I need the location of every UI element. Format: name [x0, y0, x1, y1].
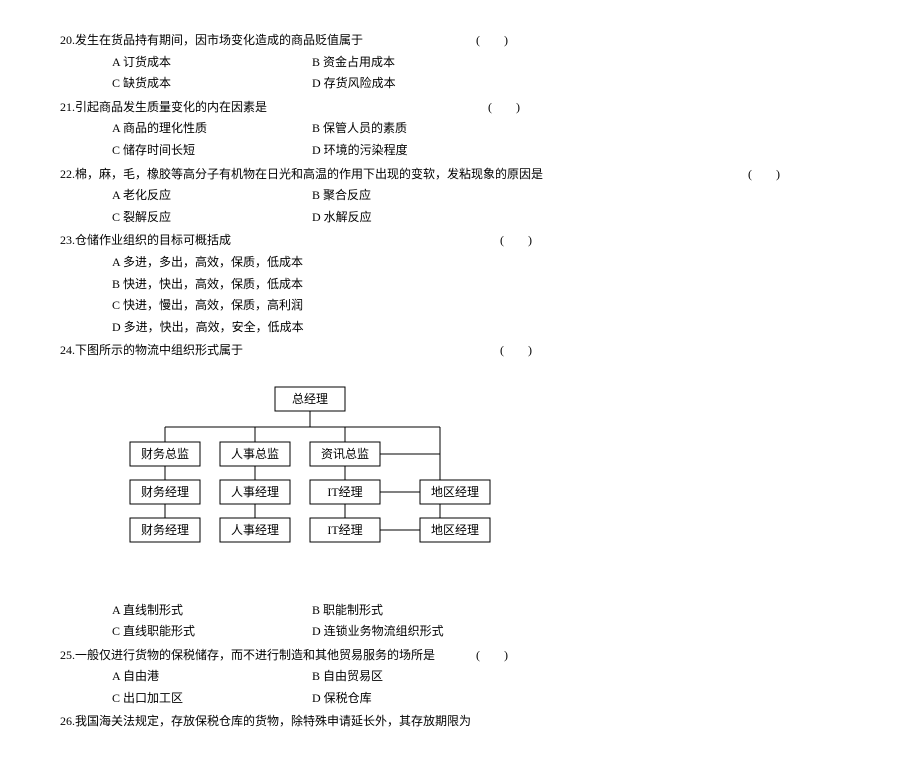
q24-text: 下图所示的物流中组织形式属于 ( ) — [75, 340, 860, 362]
q25-opt-d: D 保税仓库 — [312, 688, 512, 710]
q21-opt-d: D 环境的污染程度 — [312, 140, 512, 162]
question-23: 23. 仓储作业组织的目标可概括成 ( ) A 多进，多出，高效，保质，低成本 … — [60, 230, 860, 338]
q25-opt-c: C 出口加工区 — [112, 688, 312, 710]
question-26: 26. 我国海关法规定，存放保税仓库的货物，除特殊申请延长外，其存放期限为 — [60, 711, 860, 733]
q22-opt-b: B 聚合反应 — [312, 185, 512, 207]
q23-text-content: 仓储作业组织的目标可概括成 — [75, 233, 231, 247]
q25-opt-b: B 自由贸易区 — [312, 666, 512, 688]
q20-text: 发生在货品持有期间，因市场变化造成的商品贬值属于 ( ) — [75, 30, 860, 52]
question-22: 22. 棉，麻，毛，橡胶等高分子有机物在日光和高温的作用下出现的变软，发粘现象的… — [60, 164, 860, 229]
q25-options: A 自由港 B 自由贸易区 C 出口加工区 D 保税仓库 — [60, 666, 860, 709]
question-21: 21. 引起商品发生质量变化的内在因素是 ( ) A 商品的理化性质 B 保管人… — [60, 97, 860, 162]
q20-opt-c: C 缺货成本 — [112, 73, 312, 95]
org-c4r2: 地区经理 — [431, 485, 479, 499]
q22-text: 棉，麻，毛，橡胶等高分子有机物在日光和高温的作用下出现的变软，发粘现象的原因是 — [75, 164, 860, 186]
org-c3r3: IT经理 — [327, 523, 362, 537]
org-top: 总经理 — [292, 392, 328, 406]
q22-opt-a: A 老化反应 — [112, 185, 312, 207]
q24-opt-c: C 直线职能形式 — [112, 621, 312, 643]
q26-num: 26. — [60, 711, 75, 733]
question-25: 25. 一般仅进行货物的保税储存，而不进行制造和其他贸易服务的场所是 ( ) A… — [60, 645, 860, 710]
org-chart: 总经理 财务总监 人事总监 资讯总监 — [120, 382, 860, 585]
org-c1r3: 财务经理 — [141, 522, 189, 537]
org-c3r2: IT经理 — [327, 485, 362, 499]
q20-text-content: 发生在货品持有期间，因市场变化造成的商品贬值属于 — [75, 33, 363, 47]
q23-opt-a: A 多进，多出，高效，保质，低成本 — [112, 252, 860, 274]
q23-text: 仓储作业组织的目标可概括成 ( ) — [75, 230, 860, 252]
q24-paren: ( ) — [500, 343, 532, 357]
q24-options: A 直线制形式 B 职能制形式 C 直线职能形式 D 连锁业务物流组织形式 — [60, 600, 860, 643]
q25-text: 一般仅进行货物的保税储存，而不进行制造和其他贸易服务的场所是 ( ) — [75, 645, 860, 667]
org-c1r2: 财务经理 — [141, 484, 189, 499]
q23-opt-b: B 快进，快出，高效，保质，低成本 — [112, 274, 860, 296]
q22-paren: ( ) — [748, 164, 780, 186]
q20-opt-b: B 资金占用成本 — [312, 52, 512, 74]
q23-paren: ( ) — [500, 233, 532, 247]
q21-paren: ( ) — [488, 100, 520, 114]
q21-text-content: 引起商品发生质量变化的内在因素是 — [75, 100, 267, 114]
q25-num: 25. — [60, 645, 75, 667]
org-c4r3: 地区经理 — [431, 523, 479, 537]
q22-opt-c: C 裂解反应 — [112, 207, 312, 229]
q21-opt-c: C 储存时间长短 — [112, 140, 312, 162]
q22-text-content: 棉，麻，毛，橡胶等高分子有机物在日光和高温的作用下出现的变软，发粘现象的原因是 — [75, 167, 543, 181]
q22-options: A 老化反应 B 聚合反应 C 裂解反应 D 水解反应 — [60, 185, 860, 228]
question-20: 20. 发生在货品持有期间，因市场变化造成的商品贬值属于 ( ) A 订货成本 … — [60, 30, 860, 95]
org-c1r1: 财务总监 — [141, 446, 189, 461]
q24-opt-a: A 直线制形式 — [112, 600, 312, 622]
q21-options: A 商品的理化性质 B 保管人员的素质 C 储存时间长短 D 环境的污染程度 — [60, 118, 860, 161]
q20-num: 20. — [60, 30, 75, 52]
q23-opt-c: C 快进，慢出，高效，保质，高利润 — [112, 295, 860, 317]
q21-num: 21. — [60, 97, 75, 119]
q24-opt-d: D 连锁业务物流组织形式 — [312, 621, 512, 643]
q23-options: A 多进，多出，高效，保质，低成本 B 快进，快出，高效，保质，低成本 C 快进… — [60, 252, 860, 338]
question-24: 24. 下图所示的物流中组织形式属于 ( ) 总经理 财务总监 人事 — [60, 340, 860, 642]
q21-text: 引起商品发生质量变化的内在因素是 ( ) — [75, 97, 860, 119]
q25-text-content: 一般仅进行货物的保税储存，而不进行制造和其他贸易服务的场所是 — [75, 648, 435, 662]
q25-opt-a: A 自由港 — [112, 666, 312, 688]
q24-text-content: 下图所示的物流中组织形式属于 — [75, 343, 243, 357]
q22-num: 22. — [60, 164, 75, 186]
q20-options: A 订货成本 B 资金占用成本 C 缺货成本 D 存货风险成本 — [60, 52, 860, 95]
q21-opt-b: B 保管人员的素质 — [312, 118, 512, 140]
org-c2r3: 人事经理 — [231, 523, 279, 537]
org-c2r1: 人事总监 — [231, 447, 279, 461]
org-chart-svg: 总经理 财务总监 人事总监 资讯总监 — [120, 382, 540, 577]
q21-opt-a: A 商品的理化性质 — [112, 118, 312, 140]
org-c2r2: 人事经理 — [231, 485, 279, 499]
q24-opt-b: B 职能制形式 — [312, 600, 512, 622]
q20-paren: ( ) — [476, 33, 508, 47]
q25-paren: ( ) — [476, 648, 508, 662]
q20-opt-d: D 存货风险成本 — [312, 73, 512, 95]
q20-opt-a: A 订货成本 — [112, 52, 312, 74]
q23-num: 23. — [60, 230, 75, 252]
org-c3r1: 资讯总监 — [321, 447, 369, 461]
q24-num: 24. — [60, 340, 75, 362]
q26-text: 我国海关法规定，存放保税仓库的货物，除特殊申请延长外，其存放期限为 — [75, 711, 860, 733]
q22-opt-d: D 水解反应 — [312, 207, 512, 229]
q23-opt-d: D 多进，快出，高效，安全，低成本 — [112, 317, 860, 339]
